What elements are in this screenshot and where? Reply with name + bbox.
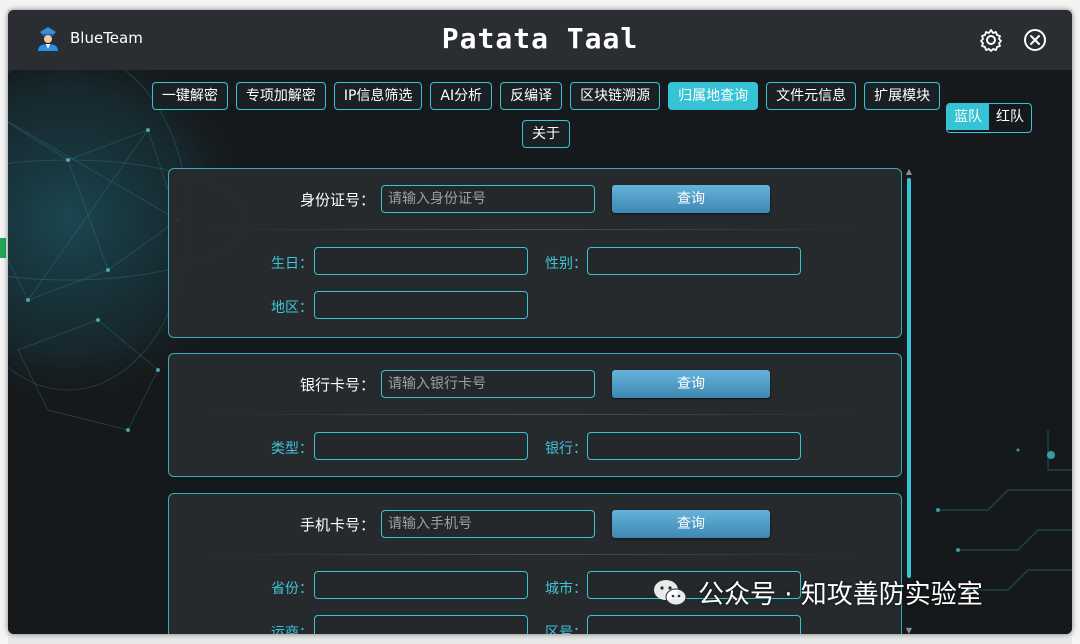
main-nav: 一键解密 专项加解密 IP信息筛选 AI分析 反编译 区块链溯源 归属地查询 文…: [136, 82, 956, 148]
main-content: 一键解密 专项加解密 IP信息筛选 AI分析 反编译 区块链溯源 归属地查询 文…: [8, 70, 1072, 634]
bank-card-input[interactable]: 请输入银行卡号: [381, 370, 595, 398]
watermark: 公众号 · 知攻善防实验室: [652, 574, 983, 611]
province-label: 省份：: [271, 581, 313, 597]
phone-query-button[interactable]: 查询: [612, 510, 770, 538]
scroll-down-arrow-icon[interactable]: ▼: [905, 627, 913, 635]
tab-location-lookup[interactable]: 归属地查询: [668, 82, 759, 110]
phone-label: 手机卡号：: [299, 516, 375, 534]
bank-name-label: 银行：: [545, 441, 587, 457]
tab-decompile[interactable]: 反编译: [500, 82, 563, 110]
tab-blockchain-trace[interactable]: 区块链溯源: [570, 82, 661, 110]
blue-team-toggle[interactable]: 蓝队: [947, 104, 989, 130]
app-window: BlueTeam Patata Taal 一键解密 专项加解密 IP信息筛选 A…: [8, 10, 1072, 634]
scroll-up-arrow-icon[interactable]: ▲: [905, 168, 913, 176]
phone-query-row: 手机卡号： 请输入手机号 查询: [169, 510, 901, 540]
title-bar: BlueTeam Patata Taal: [8, 10, 1072, 70]
id-card-section: 身份证号： 请输入身份证号 查询 生日： 性别： 地区：: [168, 168, 902, 338]
area-code-label: 区号：: [545, 625, 587, 634]
tab-extension-modules[interactable]: 扩展模块: [864, 82, 941, 110]
bank-name-field[interactable]: [587, 432, 801, 460]
tab-special-crypto[interactable]: 专项加解密: [235, 82, 326, 110]
id-card-input[interactable]: 请输入身份证号: [381, 185, 595, 213]
scroll-thumb[interactable]: [907, 178, 911, 578]
app-title: Patata Taal: [441, 22, 639, 55]
card-type-field[interactable]: [314, 432, 528, 460]
gear-icon[interactable]: [978, 27, 1004, 53]
card-type-label: 类型：: [271, 441, 313, 457]
panel-scrollbar[interactable]: ▲ ▼: [904, 168, 914, 635]
close-circle-icon[interactable]: [1022, 27, 1048, 53]
carrier-label: 运商：: [271, 625, 313, 634]
birthday-field[interactable]: [314, 247, 528, 275]
id-card-label: 身份证号：: [299, 191, 375, 209]
lookup-panel: 身份证号： 请输入身份证号 查询 生日： 性别： 地区： 银行卡号： 请输入银行…: [168, 168, 904, 634]
gender-label: 性别：: [545, 256, 587, 272]
province-field[interactable]: [314, 571, 528, 599]
id-card-query-row: 身份证号： 请输入身份证号 查询: [169, 185, 901, 215]
divider: [209, 229, 861, 230]
red-team-toggle[interactable]: 红队: [989, 104, 1031, 130]
id-card-query-button[interactable]: 查询: [612, 185, 770, 213]
wechat-icon: [654, 579, 687, 605]
birthday-label: 生日：: [271, 256, 313, 272]
tab-about[interactable]: 关于: [522, 120, 570, 148]
bank-card-query-button[interactable]: 查询: [612, 370, 770, 398]
divider: [209, 554, 861, 555]
city-label: 城市：: [545, 581, 587, 597]
desktop-right-edge: [1072, 10, 1080, 644]
tab-file-metadata[interactable]: 文件元信息: [766, 82, 857, 110]
bank-card-label: 银行卡号：: [299, 376, 375, 394]
tab-one-click-decrypt[interactable]: 一键解密: [151, 82, 228, 110]
phone-section: 手机卡号： 请输入手机号 查询 省份： 城市： 运商： 区号：: [168, 493, 902, 634]
team-toggle: 蓝队 红队: [946, 103, 1032, 133]
divider: [209, 414, 861, 415]
region-label: 地区：: [271, 300, 313, 316]
phone-input[interactable]: 请输入手机号: [381, 510, 595, 538]
area-code-field[interactable]: [587, 615, 801, 634]
tab-ai-analysis[interactable]: AI分析: [430, 82, 493, 110]
region-field[interactable]: [314, 291, 528, 319]
gender-field[interactable]: [587, 247, 801, 275]
bank-card-query-row: 银行卡号： 请输入银行卡号 查询: [169, 370, 901, 400]
desktop-left-edge: [0, 10, 8, 644]
tab-ip-filter[interactable]: IP信息筛选: [333, 82, 423, 110]
carrier-field[interactable]: [314, 615, 528, 634]
bank-card-section: 银行卡号： 请输入银行卡号 查询 类型： 银行：: [168, 353, 902, 477]
watermark-text: 公众号 · 知攻善防实验室: [698, 580, 983, 610]
